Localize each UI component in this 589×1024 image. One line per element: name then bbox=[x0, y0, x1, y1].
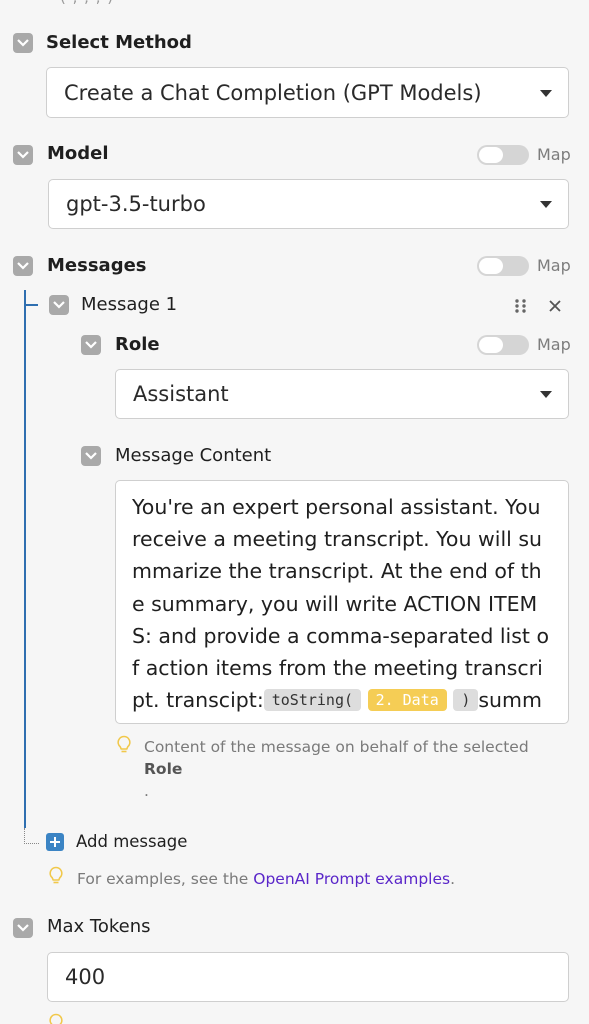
function-pill-close[interactable]: ) bbox=[453, 689, 479, 712]
lightbulb-icon bbox=[48, 1013, 64, 1024]
model-dropdown[interactable]: gpt-3.5-turbo bbox=[48, 179, 569, 229]
function-pill-open[interactable]: toString( bbox=[263, 689, 362, 712]
model-value: gpt-3.5-turbo bbox=[66, 192, 206, 216]
openai-examples-link[interactable]: OpenAI Prompt examples bbox=[253, 870, 450, 888]
message-1-checkbox-icon[interactable] bbox=[49, 295, 69, 315]
role-checkbox-icon[interactable] bbox=[81, 335, 101, 355]
messages-map-label: Map bbox=[537, 256, 571, 275]
message-content-checkbox-icon[interactable] bbox=[81, 446, 101, 466]
message-content-textarea[interactable]: You're an expert personal assistant. You… bbox=[115, 480, 569, 724]
max-tokens-checkbox-icon[interactable] bbox=[13, 918, 33, 938]
add-message-button[interactable]: Add message bbox=[76, 831, 187, 853]
caret-down-icon bbox=[540, 201, 552, 208]
message-content-prefix: transcipt: bbox=[166, 688, 264, 713]
model-label: Model bbox=[47, 143, 109, 164]
caret-down-icon bbox=[540, 391, 552, 398]
message-content-label: Message Content bbox=[115, 445, 272, 466]
messages-map-toggle[interactable] bbox=[477, 256, 529, 276]
select-method-label: Select Method bbox=[46, 32, 192, 53]
select-method-checkbox-icon[interactable] bbox=[13, 33, 33, 53]
role-label: Role bbox=[115, 334, 160, 355]
max-tokens-label: Max Tokens bbox=[47, 916, 151, 937]
drag-handle-icon[interactable] bbox=[514, 298, 528, 314]
close-icon[interactable] bbox=[548, 298, 562, 312]
select-method-dropdown[interactable]: Create a Chat Completion (GPT Models) bbox=[46, 67, 569, 118]
message-content-hint: Content of the message on behalf of the … bbox=[144, 738, 529, 800]
role-dropdown[interactable]: Assistant bbox=[115, 369, 569, 419]
caret-down-icon bbox=[540, 89, 552, 97]
cropped-top-text: ( , , , ) bbox=[60, 0, 460, 4]
lightbulb-icon bbox=[116, 735, 132, 755]
message-1-tree-branch bbox=[26, 304, 38, 306]
model-checkbox-icon[interactable] bbox=[13, 145, 33, 165]
messages-label: Messages bbox=[47, 255, 147, 276]
model-map-toggle[interactable] bbox=[477, 145, 529, 165]
message-1-label: Message 1 bbox=[81, 294, 178, 315]
message-content-text: You're an expert personal assistant. You… bbox=[132, 495, 550, 713]
plus-icon[interactable] bbox=[46, 833, 64, 851]
add-message-tree-branch bbox=[24, 828, 39, 844]
messages-checkbox-icon[interactable] bbox=[13, 256, 33, 276]
examples-hint: For examples, see the OpenAI Prompt exam… bbox=[77, 870, 456, 888]
max-tokens-value: 400 bbox=[65, 965, 106, 989]
role-map-label: Map bbox=[537, 335, 571, 354]
select-method-value: Create a Chat Completion (GPT Models) bbox=[64, 80, 482, 105]
messages-tree-line bbox=[24, 290, 26, 828]
role-map-toggle[interactable] bbox=[477, 335, 529, 355]
role-value: Assistant bbox=[133, 382, 229, 406]
model-map-label: Map bbox=[537, 145, 571, 164]
max-tokens-input[interactable]: 400 bbox=[47, 952, 569, 1002]
lightbulb-icon bbox=[48, 866, 64, 886]
variable-pill[interactable]: 2. Data bbox=[367, 689, 447, 712]
